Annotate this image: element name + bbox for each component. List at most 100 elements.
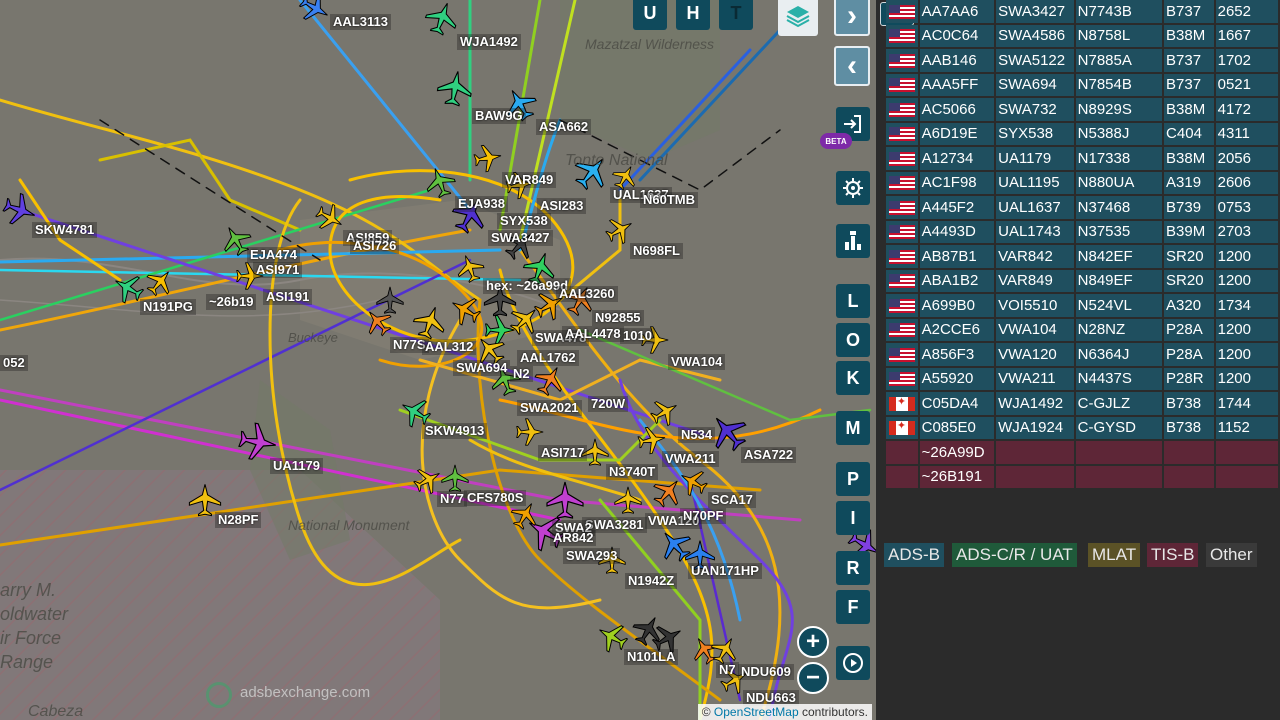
aircraft-label[interactable]: WJA1492: [457, 34, 521, 50]
aircraft-label[interactable]: N92855: [592, 310, 644, 326]
aircraft-label[interactable]: NDU609: [738, 664, 794, 680]
m-button[interactable]: M: [836, 411, 870, 445]
aircraft-label[interactable]: BAW9G: [472, 108, 526, 124]
aircraft-label[interactable]: N3740T: [606, 464, 659, 480]
callsign-cell: SWA4586: [996, 24, 1074, 47]
aircraft-label[interactable]: AAL3260: [556, 286, 618, 302]
h-button[interactable]: H: [676, 0, 710, 30]
legend-tis-b[interactable]: TIS-B: [1147, 543, 1199, 567]
aircraft-label[interactable]: ASI971: [253, 262, 303, 278]
i-button[interactable]: I: [836, 501, 870, 535]
aircraft-label[interactable]: AR842: [550, 530, 597, 546]
aircraft-label[interactable]: UAN171HP: [688, 563, 762, 579]
aircraft-label[interactable]: 720W: [588, 396, 628, 412]
aircraft-row[interactable]: A6D19E SYX538 N5388J C404 4311: [886, 122, 1278, 145]
aircraft-label[interactable]: N7: [716, 662, 739, 678]
aircraft-label[interactable]: ASA662: [536, 119, 592, 135]
aircraft-row[interactable]: AA7AA6 SWA3427 N7743B B737 2652: [886, 0, 1278, 23]
map-view[interactable]: Mazatzal Wilderness Tonto National Natio…: [0, 0, 876, 720]
aircraft-label[interactable]: ASI283: [537, 198, 587, 214]
aircraft-label[interactable]: SKW4781: [32, 222, 98, 238]
aircraft-label[interactable]: SYX538: [497, 213, 551, 229]
aircraft-label[interactable]: N698FL: [630, 243, 683, 259]
aircraft-label[interactable]: N77: [437, 491, 467, 507]
aircraft-label[interactable]: SKW4913: [422, 423, 488, 439]
p-button[interactable]: P: [836, 462, 870, 496]
aircraft-label[interactable]: UA1179: [270, 458, 323, 474]
aircraft-row[interactable]: C05DA4WJA1492C-GJLZB7381744: [886, 392, 1278, 415]
aircraft-label[interactable]: ASI726: [350, 238, 400, 254]
next-arrow-button[interactable]: ›: [834, 0, 870, 36]
aircraft-label[interactable]: SCA17: [708, 492, 756, 508]
r-button[interactable]: R: [836, 551, 870, 585]
aircraft-row[interactable]: C085E0WJA1924C-GYSDB7381152: [886, 416, 1278, 439]
flag-cell: [886, 171, 918, 194]
aircraft-row[interactable]: A445F2 UAL1637 N37468 B739 0753: [886, 196, 1278, 219]
replay-button[interactable]: [836, 646, 870, 680]
zoom-out-button[interactable]: −: [797, 662, 829, 694]
f-button[interactable]: F: [836, 590, 870, 624]
t-button[interactable]: T: [719, 0, 753, 30]
aircraft-label[interactable]: AAL1762: [517, 350, 579, 366]
aircraft-row[interactable]: A2CCE6 VWA104 N28NZ P28A 1200: [886, 318, 1278, 341]
aircraft-label[interactable]: N70PF: [680, 508, 727, 524]
aircraft-label[interactable]: ASI717: [538, 445, 588, 461]
aircraft-row[interactable]: AB87B1 VAR842 N842EF SR20 1200: [886, 245, 1278, 268]
aircraft-row[interactable]: A699B0 VOI5510 N524VL A320 1734: [886, 294, 1278, 317]
stats-button[interactable]: [836, 224, 870, 258]
settings-button[interactable]: [836, 171, 870, 205]
aircraft-row[interactable]: A856F3 VWA120 N6364J P28A 1200: [886, 343, 1278, 366]
aircraft-label[interactable]: VWA211: [662, 451, 719, 467]
layers-button[interactable]: [778, 0, 818, 36]
aircraft-label[interactable]: N534: [678, 427, 716, 443]
aircraft-label[interactable]: AAL3113: [330, 14, 391, 30]
aircraft-row[interactable]: ~26A99D: [886, 441, 1278, 464]
legend-mlat[interactable]: MLAT: [1088, 543, 1141, 567]
legend-ads-b[interactable]: ADS-B: [884, 543, 944, 567]
aircraft-label[interactable]: EJA474: [247, 247, 300, 263]
aircraft-label[interactable]: AAL312: [422, 339, 477, 355]
aircraft-label[interactable]: AAL4478: [562, 326, 624, 342]
aircraft-label[interactable]: 052: [0, 355, 28, 371]
squawk-cell: 4311: [1215, 122, 1278, 145]
aircraft-label[interactable]: N1942Z: [625, 573, 678, 589]
zoom-in-button[interactable]: +: [797, 626, 829, 658]
aircraft-label[interactable]: ASI191: [263, 289, 313, 305]
aircraft-label[interactable]: SWA293: [563, 548, 621, 564]
chevron-left-icon: ‹: [847, 49, 857, 82]
aircraft-label[interactable]: SWA3427: [488, 230, 553, 246]
o-button[interactable]: O: [836, 323, 870, 357]
aircraft-label[interactable]: 1010: [620, 328, 655, 344]
aircraft-icons[interactable]: [0, 0, 876, 720]
aircraft-row[interactable]: ABA1B2 VAR849 N849EF SR20 1200: [886, 269, 1278, 292]
l-button[interactable]: L: [836, 284, 870, 318]
aircraft-label[interactable]: N28PF: [215, 512, 262, 528]
aircraft-row[interactable]: A55920 VWA211 N4437S P28R 1200: [886, 367, 1278, 390]
u-button[interactable]: U: [633, 0, 667, 30]
aircraft-label[interactable]: ~26b19: [206, 294, 257, 310]
aircraft-label[interactable]: CFS780S: [464, 490, 527, 506]
aircraft-label[interactable]: VAR849: [502, 172, 557, 188]
aircraft-label[interactable]: N2: [510, 366, 533, 382]
aircraft-row[interactable]: AC0C64 SWA4586 N8758L B38M 1667: [886, 24, 1278, 47]
legend-ads-c-r-uat[interactable]: ADS-C/R / UAT: [952, 543, 1077, 567]
osm-link[interactable]: OpenStreetMap: [714, 705, 799, 719]
aircraft-label[interactable]: N60TMB: [640, 192, 699, 208]
aircraft-row[interactable]: AAB146 SWA5122 N7885A B737 1702: [886, 49, 1278, 72]
aircraft-row[interactable]: AC5066 SWA732 N8929S B38M 4172: [886, 98, 1278, 121]
aircraft-label[interactable]: SWA694: [453, 360, 511, 376]
aircraft-label[interactable]: N101LA: [624, 649, 679, 665]
aircraft-label[interactable]: N191PG: [140, 299, 196, 315]
prev-arrow-button[interactable]: ‹: [834, 46, 870, 86]
aircraft-row[interactable]: A4493D UAL1743 N37535 B39M 2703: [886, 220, 1278, 243]
aircraft-label[interactable]: VWA104: [668, 354, 726, 370]
k-button[interactable]: K: [836, 361, 870, 395]
aircraft-row[interactable]: ~26B191: [886, 465, 1278, 488]
aircraft-row[interactable]: A12734 UA1179 N17338 B38M 2056: [886, 147, 1278, 170]
aircraft-label[interactable]: SWA2021: [517, 400, 582, 416]
aircraft-row[interactable]: AC1F98 UAL1195 N880UA A319 2606: [886, 171, 1278, 194]
aircraft-row[interactable]: AAA5FF SWA694 N7854B B737 0521: [886, 73, 1278, 96]
aircraft-label[interactable]: ASA722: [741, 447, 797, 463]
aircraft-label[interactable]: EJA938: [455, 196, 508, 212]
legend-other[interactable]: Other: [1206, 543, 1257, 567]
